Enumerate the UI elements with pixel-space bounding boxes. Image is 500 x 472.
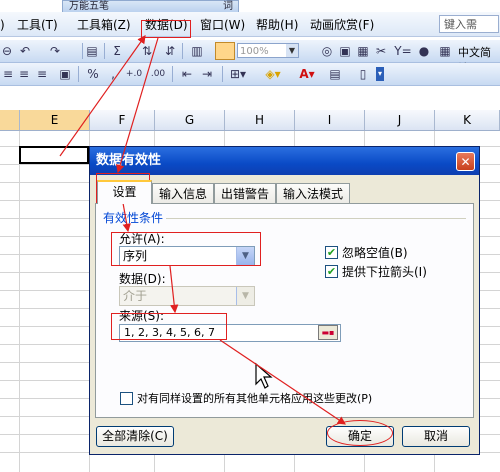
dialog-title: 数据有效性 [90, 147, 479, 175]
save-icon[interactable]: ⊖ [2, 44, 12, 58]
tab-settings[interactable]: 设置 [97, 180, 152, 204]
group-divider [166, 218, 466, 219]
dropdown-arrow-checkbox[interactable]: ✔ [325, 265, 338, 278]
research-icon[interactable]: ▣ [338, 44, 352, 58]
menu-left-icon[interactable]: ) [0, 18, 5, 32]
help-icon[interactable]: ◎ [320, 44, 334, 58]
formatting-toolbar: ≡ ≡ ≡ ▣ % , +.0 .00 ⇤ ⇥ ⊞▾ ◈▾ A▾ ▤ ▯ ▾ [0, 63, 500, 86]
annotation-ellipse-ok [327, 420, 393, 446]
row-header-corner[interactable] [0, 110, 20, 130]
help-search-input[interactable]: 键入需 [439, 15, 499, 33]
data-label: 数据(D): [119, 272, 166, 286]
annotation-box-data-menu [141, 20, 191, 38]
toolbar-separator [172, 66, 173, 82]
toolbar-separator [104, 43, 105, 59]
autosum-icon[interactable]: Σ [110, 44, 124, 58]
table-icon[interactable]: ▦ [438, 44, 452, 58]
menu-toolbox[interactable]: 工具箱(Z) [77, 18, 131, 32]
menu-tools[interactable]: 工具(T) [17, 18, 58, 32]
decrease-indent-icon[interactable]: ⇤ [180, 67, 194, 81]
globe-icon[interactable]: ● [416, 44, 432, 58]
chart-icon[interactable]: ▥ [190, 44, 204, 58]
column-header-j[interactable]: J [365, 110, 435, 130]
toolbar-options-icon[interactable]: ▾ [376, 67, 384, 81]
toolbar-separator [82, 43, 83, 59]
column-header-g[interactable]: G [155, 110, 225, 130]
clear-all-button[interactable]: 全部清除(C) [96, 426, 174, 447]
menu-window[interactable]: 窗口(W) [200, 18, 245, 32]
undo-icon[interactable]: ↶ [18, 44, 32, 58]
sort-desc-icon[interactable]: ⇵ [163, 44, 177, 58]
tab-error-alert[interactable]: 出错警告 [214, 183, 276, 203]
toolbar-separator [78, 66, 79, 82]
borders-icon[interactable]: ⊞▾ [228, 67, 248, 81]
chevron-down-icon: ▼ [236, 287, 254, 305]
apply-all-label: 对有同样设置的所有其他单元格应用这些更改(P) [137, 392, 373, 405]
hyperlink-icon[interactable]: ▤ [86, 44, 98, 58]
chevron-down-icon[interactable]: ▼ [286, 44, 298, 57]
tab-input-message[interactable]: 输入信息 [152, 183, 214, 203]
align-center-icon[interactable]: ≡ [18, 67, 30, 81]
tab-ime-mode[interactable]: 输入法模式 [276, 183, 350, 203]
cancel-button[interactable]: 取消 [402, 426, 470, 447]
column-header-k[interactable]: K [435, 110, 500, 130]
ignore-blank-checkbox[interactable]: ✔ [325, 246, 338, 259]
decrease-decimal-icon[interactable]: .00 [148, 67, 168, 81]
apply-all-checkbox[interactable] [120, 392, 133, 405]
redo-icon[interactable]: ↷ [48, 44, 62, 58]
mouse-cursor-icon [255, 362, 273, 389]
menu-animation[interactable]: 动画欣赏(F) [310, 18, 374, 32]
comma-style-icon[interactable]: , [108, 67, 118, 81]
fill-color-icon[interactable]: ◈▾ [262, 67, 284, 81]
increase-decimal-icon[interactable]: +.0 [124, 67, 144, 81]
column-header-i[interactable]: I [295, 110, 365, 130]
formula-icon[interactable]: Y= [394, 44, 412, 58]
column-header-f[interactable]: F [90, 110, 155, 130]
highlighted-toolbar-button[interactable] [215, 42, 235, 60]
zoom-select[interactable]: 100% ▼ [237, 43, 299, 58]
column-header-h[interactable]: H [225, 110, 295, 130]
toolbar-separator [182, 43, 183, 59]
range-picker-icon[interactable]: ▬▪ [318, 325, 338, 340]
align-right-icon[interactable]: ≡ [36, 67, 48, 81]
tools-icon[interactable]: ✂ [372, 44, 390, 58]
dropdown-arrow-label: 提供下拉箭头(I) [342, 265, 427, 279]
annotation-box-source [111, 313, 227, 340]
toolbar-separator [222, 66, 223, 82]
increase-indent-icon[interactable]: ⇥ [200, 67, 214, 81]
menu-bar: ) 工具(T) 工具箱(Z) 数据(D) 窗口(W) 帮助(H) 动画欣赏(F) [0, 12, 500, 37]
group-title: 有效性条件 [103, 211, 164, 225]
zoom-value: 100% [240, 46, 269, 57]
page-icon[interactable]: ▯ [356, 67, 370, 81]
percent-icon[interactable]: % [86, 67, 100, 81]
sort-asc-icon[interactable]: ⇅ [140, 44, 154, 58]
column-header-row: E F G H I J K [0, 110, 500, 131]
merge-cells-icon[interactable]: ▣ [58, 67, 72, 81]
drawing-icon[interactable]: ▦ [356, 44, 370, 58]
data-value: 介于 [123, 289, 148, 303]
font-color-icon[interactable]: A▾ [296, 67, 318, 81]
active-cell[interactable] [19, 146, 89, 164]
format-painter-icon[interactable]: ▤ [328, 67, 342, 81]
menu-help[interactable]: 帮助(H) [256, 18, 298, 32]
column-header-e[interactable]: E [20, 110, 90, 130]
data-validation-dialog: 数据有效性 ✕ 设置 输入信息 出错警告 输入法模式 有效性条件 允许(A): … [89, 146, 480, 455]
ignore-blank-label: 忽略空值(B) [342, 246, 408, 260]
align-left-icon[interactable]: ≡ [2, 67, 14, 81]
annotation-box-allow [111, 232, 261, 266]
data-select: 介于 ▼ [119, 286, 255, 306]
close-icon[interactable]: ✕ [456, 152, 475, 171]
